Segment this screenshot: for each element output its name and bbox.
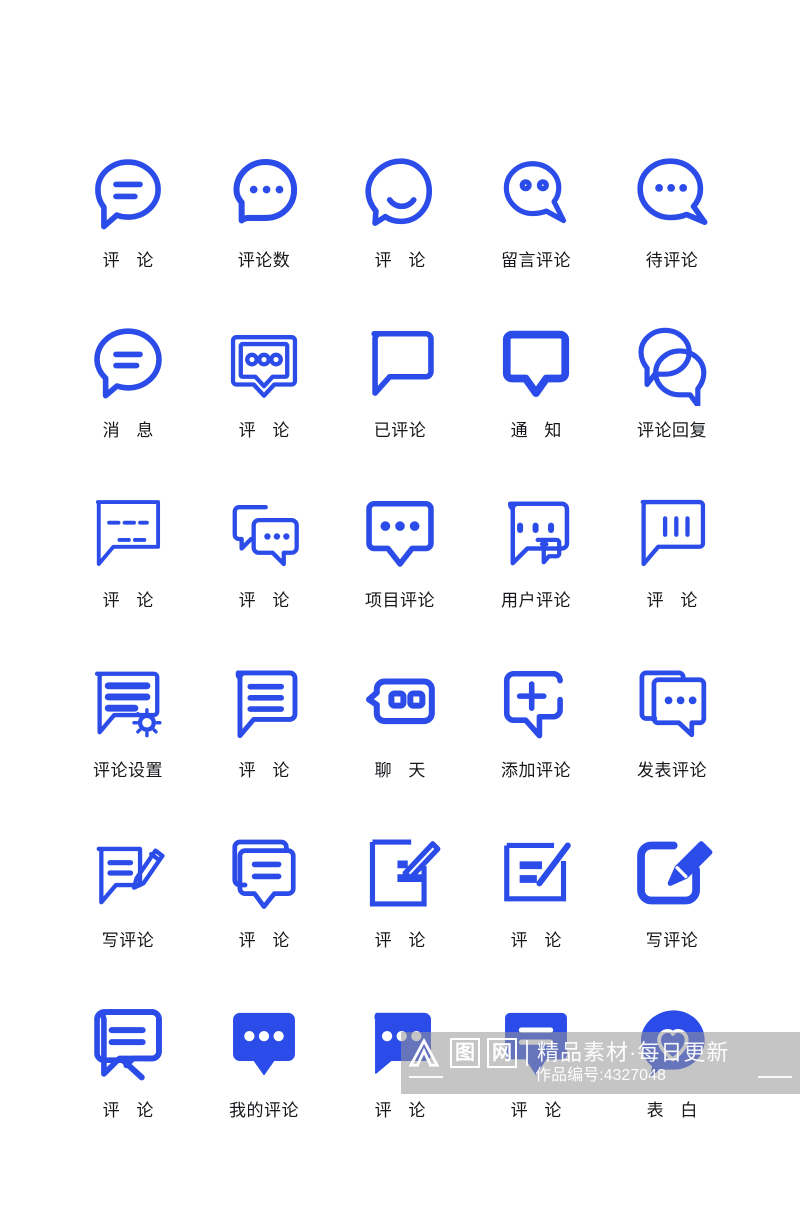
icon-cell-user-comment-bubble-with-badge[interactable]: 用户评论 bbox=[468, 490, 604, 660]
comment-double-frame-three-circles-icon bbox=[221, 320, 307, 406]
write-comment-square-pencil-solid-icon bbox=[629, 830, 715, 916]
comment-solid-bubble-dots-icon bbox=[357, 1000, 443, 1086]
icon-label: 评 论 bbox=[374, 931, 432, 950]
icon-label: 我的评论 bbox=[229, 1101, 299, 1120]
icon-label: 评论数 bbox=[237, 251, 291, 270]
user-comment-bubble-with-badge-icon bbox=[493, 490, 579, 576]
project-comment-bubble-three-dots-icon bbox=[357, 490, 443, 576]
icon-cell-notification-bold-bubble[interactable]: 通 知 bbox=[468, 320, 604, 490]
icon-cell-pending-comment-bubble-three-dots[interactable]: 待评论 bbox=[604, 150, 740, 320]
my-comment-solid-bubble-dots-icon bbox=[221, 1000, 307, 1086]
icon-label: 评论回复 bbox=[637, 421, 707, 440]
icon-label: 评 论 bbox=[238, 931, 296, 950]
icon-cell-comment-count-bubble-three-dots[interactable]: 评论数 bbox=[196, 150, 332, 320]
commented-empty-square-bubble-icon bbox=[357, 320, 443, 406]
icon-cell-comment-dashed-lines-bubble[interactable]: 评 论 bbox=[60, 490, 196, 660]
icon-label: 评 论 bbox=[238, 591, 296, 610]
icon-cell-my-comment-solid-bubble-dots[interactable]: 我的评论 bbox=[196, 1000, 332, 1170]
icon-label: 项目评论 bbox=[365, 591, 435, 610]
icon-cell-comment-reply-two-bubbles[interactable]: 评论回复 bbox=[604, 320, 740, 490]
icon-label: 评论设置 bbox=[93, 761, 163, 780]
icon-label: 评 论 bbox=[238, 761, 296, 780]
chat-rounded-two-squares-icon bbox=[357, 660, 443, 746]
write-comment-bubble-pencil-icon bbox=[85, 830, 171, 916]
icon-cell-comment-double-frame-three-circles[interactable]: 评 论 bbox=[196, 320, 332, 490]
message-round-bubble-two-lines-icon bbox=[85, 320, 171, 406]
icon-cell-write-comment-square-pencil-solid[interactable]: 写评论 bbox=[604, 830, 740, 1000]
icon-label: 评 论 bbox=[646, 591, 704, 610]
confession-heart-bubble-icon bbox=[629, 1000, 715, 1086]
icon-cell-comment-three-vertical-bars-bubble[interactable]: 评 论 bbox=[604, 490, 740, 660]
icon-cell-post-comment-stacked-bubbles[interactable]: 发表评论 bbox=[604, 660, 740, 830]
comment-dashed-lines-bubble-icon bbox=[85, 490, 171, 576]
icon-label: 添加评论 bbox=[501, 761, 571, 780]
icon-cell-comment-stacked-bubbles-two-lines[interactable]: 评 论 bbox=[196, 830, 332, 1000]
message-comment-face-bubble-icon bbox=[493, 150, 579, 236]
comment-smiley-bubble-icon bbox=[357, 150, 443, 236]
icon-cell-comment-bubble-three-lines[interactable]: 评 论 bbox=[196, 660, 332, 830]
comment-three-vertical-bars-bubble-icon bbox=[629, 490, 715, 576]
icon-grid: 评 论 评论数 评 论 留言评论 待评论 消 息 评 论 已评论 通 知 评论回… bbox=[60, 150, 740, 1170]
icon-cell-commented-empty-square-bubble[interactable]: 已评论 bbox=[332, 320, 468, 490]
icon-label: 发表评论 bbox=[637, 761, 707, 780]
icon-cell-comment-outline-bubble-two-lines-tail[interactable]: 评 论 bbox=[60, 1000, 196, 1170]
icon-label: 写评论 bbox=[645, 931, 699, 950]
icon-cell-message-round-bubble-two-lines[interactable]: 消 息 bbox=[60, 320, 196, 490]
post-comment-stacked-bubbles-icon bbox=[629, 660, 715, 746]
comment-document-pencil-icon bbox=[357, 830, 443, 916]
icon-label: 评 论 bbox=[510, 931, 568, 950]
comment-count-bubble-three-dots-icon bbox=[221, 150, 307, 236]
comment-settings-bubble-gear-icon bbox=[85, 660, 171, 746]
icon-label: 消 息 bbox=[102, 421, 160, 440]
icon-cell-chat-rounded-two-squares[interactable]: 聊 天 bbox=[332, 660, 468, 830]
icon-label: 评 论 bbox=[510, 1101, 568, 1120]
icon-cell-comment-chat-pair-bubbles[interactable]: 评 论 bbox=[196, 490, 332, 660]
icon-label: 评 论 bbox=[238, 421, 296, 440]
icon-label: 评 论 bbox=[102, 251, 160, 270]
icon-cell-comment-document-pencil[interactable]: 评 论 bbox=[332, 830, 468, 1000]
icon-label: 留言评论 bbox=[501, 251, 571, 270]
icon-label: 已评论 bbox=[373, 421, 427, 440]
icon-cell-write-comment-bubble-pencil[interactable]: 写评论 bbox=[60, 830, 196, 1000]
comment-frame-pencil-lines-icon bbox=[493, 830, 579, 916]
icon-cell-comment-settings-bubble-gear[interactable]: 评论设置 bbox=[60, 660, 196, 830]
icon-label: 聊 天 bbox=[374, 761, 432, 780]
icon-cell-project-comment-bubble-three-dots[interactable]: 项目评论 bbox=[332, 490, 468, 660]
icon-label: 写评论 bbox=[101, 931, 155, 950]
icon-cell-add-comment-bubble-plus[interactable]: 添加评论 bbox=[468, 660, 604, 830]
comment-chat-pair-bubbles-icon bbox=[221, 490, 307, 576]
icon-cell-comment-speech-bubble-two-lines[interactable]: 评 论 bbox=[60, 150, 196, 320]
comment-solid-bubble-lines-icon bbox=[493, 1000, 579, 1086]
icon-cell-comment-solid-bubble-lines[interactable]: 评 论 bbox=[468, 1000, 604, 1170]
icon-label: 表 白 bbox=[646, 1101, 704, 1120]
icon-label: 评 论 bbox=[374, 251, 432, 270]
icon-cell-confession-heart-bubble[interactable]: 表 白 bbox=[604, 1000, 740, 1170]
comment-outline-bubble-two-lines-tail-icon bbox=[85, 1000, 171, 1086]
icon-label: 评 论 bbox=[102, 1101, 160, 1120]
comment-stacked-bubbles-two-lines-icon bbox=[221, 830, 307, 916]
icon-cell-comment-frame-pencil-lines[interactable]: 评 论 bbox=[468, 830, 604, 1000]
icon-label: 用户评论 bbox=[501, 591, 571, 610]
icon-cell-message-comment-face-bubble[interactable]: 留言评论 bbox=[468, 150, 604, 320]
icon-label: 通 知 bbox=[510, 421, 568, 440]
icon-cell-comment-solid-bubble-dots[interactable]: 评 论 bbox=[332, 1000, 468, 1170]
add-comment-bubble-plus-icon bbox=[493, 660, 579, 746]
icon-label: 评 论 bbox=[374, 1101, 432, 1120]
comment-reply-two-bubbles-icon bbox=[629, 320, 715, 406]
icon-sheet: 评 论 评论数 评 论 留言评论 待评论 消 息 评 论 已评论 通 知 评论回… bbox=[0, 0, 800, 1205]
comment-bubble-three-lines-icon bbox=[221, 660, 307, 746]
icon-label: 评 论 bbox=[102, 591, 160, 610]
pending-comment-bubble-three-dots-icon bbox=[629, 150, 715, 236]
icon-cell-comment-smiley-bubble[interactable]: 评 论 bbox=[332, 150, 468, 320]
notification-bold-bubble-icon bbox=[493, 320, 579, 406]
icon-label: 待评论 bbox=[645, 251, 699, 270]
comment-speech-bubble-two-lines-icon bbox=[85, 150, 171, 236]
